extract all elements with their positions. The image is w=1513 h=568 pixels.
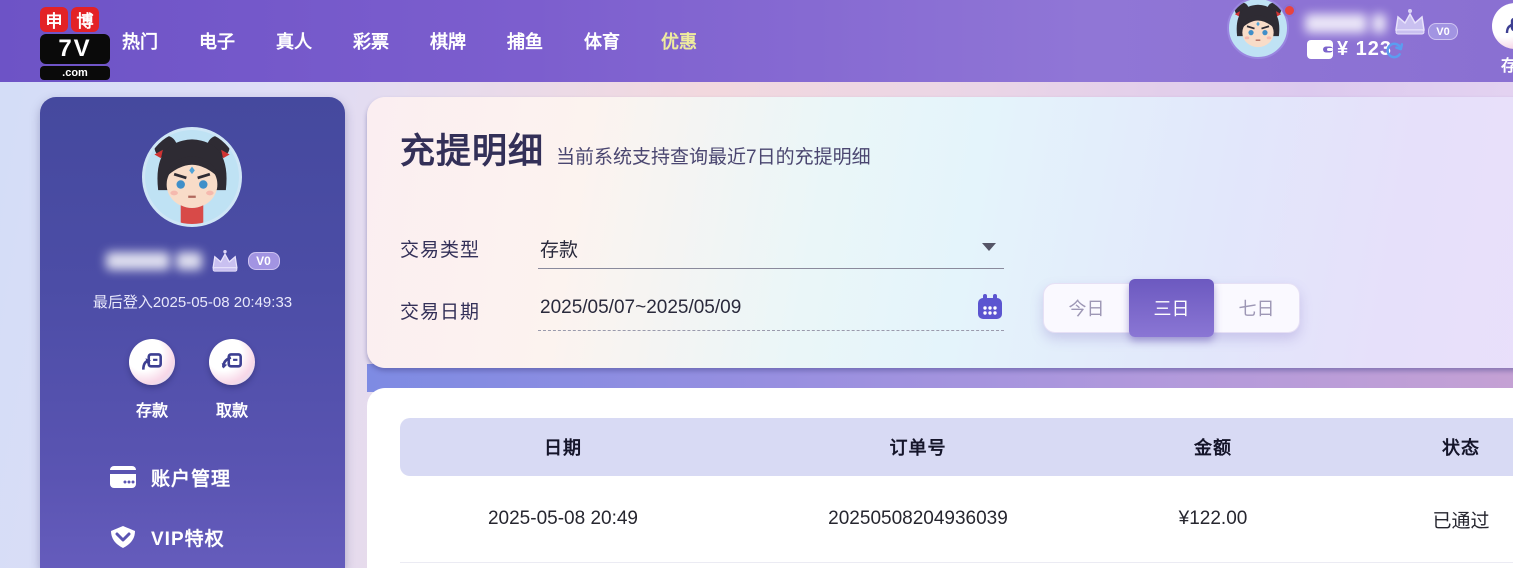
sidebar-item-label: VIP特权: [151, 524, 225, 551]
withdraw-icon: [209, 339, 255, 385]
balance-amount: ¥ 123: [1337, 38, 1392, 61]
page-subtitle: 当前系统支持查询最近7日的充提明细: [556, 142, 871, 169]
logo-tld: .com: [40, 66, 110, 80]
records-panel: 日期 订单号 金额 状态 2025-05-08 20:49 2025050820…: [367, 388, 1513, 568]
date-range-segmented-control: 今日 三日 七日: [1043, 283, 1300, 333]
transaction-type-label: 交易类型: [400, 235, 480, 262]
user-avatar[interactable]: [1227, 0, 1289, 59]
nav-item-cards[interactable]: 棋牌: [430, 28, 466, 54]
vip-shield-icon: [110, 525, 136, 549]
transaction-type-value: 存款: [540, 235, 578, 262]
avatar-illustration: [145, 130, 239, 224]
logo-name: 7V: [40, 34, 110, 64]
username-blurred-2: [1372, 14, 1386, 33]
column-header-order-no: 订单号: [726, 434, 1110, 460]
quick-deposit-label: 存: [1501, 52, 1513, 76]
nav-item-slots[interactable]: 电子: [199, 28, 235, 54]
calendar-icon[interactable]: [976, 293, 1004, 321]
nav-item-lottery[interactable]: 彩票: [353, 28, 389, 54]
transaction-date-input[interactable]: 2025/05/07~2025/05/09: [538, 287, 1004, 331]
avatar-illustration: [1229, 0, 1287, 57]
column-header-status: 状态: [1316, 434, 1513, 460]
transaction-type-select[interactable]: 存款: [538, 225, 1004, 269]
deposit-arrow-icon: [1503, 14, 1513, 38]
sidebar-username-row: V0: [40, 249, 345, 273]
logo-badge-2: 博: [71, 7, 99, 32]
withdraw-button[interactable]: 取款: [192, 339, 272, 421]
top-navbar: 申 博 7V .com 热门 电子 真人 彩票 棋牌 捕鱼 体育 优惠: [0, 0, 1513, 82]
last-login-text: 最后登入2025-05-08 20:49:33: [40, 291, 345, 312]
cell-order-no: 20250508204936039: [726, 508, 1110, 530]
deposit-label: 存款: [112, 397, 192, 421]
page-title: 充提明细: [400, 123, 544, 174]
nav-item-hot[interactable]: 热门: [122, 28, 158, 54]
column-header-date: 日期: [400, 434, 726, 460]
page: 申 博 7V .com 热门 电子 真人 彩票 棋牌 捕鱼 体育 优惠: [0, 0, 1513, 568]
chevron-down-icon: [982, 243, 996, 251]
username-blurred: [106, 252, 170, 270]
nav-item-fishing[interactable]: 捕鱼: [507, 28, 543, 54]
sidebar-item-vip-privileges[interactable]: VIP特权: [110, 522, 330, 552]
withdraw-label: 取款: [192, 397, 272, 421]
table-row: 2025-05-08 20:49 20250508204936039 ¥122.…: [400, 476, 1513, 563]
transaction-date-label: 交易日期: [400, 297, 480, 324]
logo-badge-1: 申: [40, 7, 68, 32]
account-card-icon: [110, 466, 136, 488]
sidebar-item-label: 账户管理: [151, 464, 231, 491]
sidebar-item-account-management[interactable]: 账户管理: [110, 462, 330, 492]
username-blurred-2: [176, 252, 202, 270]
table-header: 日期 订单号 金额 状态: [400, 418, 1513, 476]
notification-dot: [1283, 4, 1296, 17]
quick-deposit-button[interactable]: [1492, 3, 1513, 49]
vip-level-badge: V0: [1428, 23, 1458, 40]
crown-icon: [208, 249, 242, 273]
username-blurred: [1305, 14, 1367, 33]
cell-status: 已通过: [1316, 506, 1513, 533]
crown-icon: [1390, 8, 1430, 36]
refresh-balance-icon[interactable]: [1385, 41, 1404, 60]
main-nav-menu: 热门 电子 真人 彩票 棋牌 捕鱼 体育 优惠: [122, 0, 697, 82]
filter-panel: 充提明细 当前系统支持查询最近7日的充提明细 交易类型 存款 交易日期 2025…: [367, 97, 1513, 368]
vip-level-badge: V0: [248, 252, 280, 270]
wallet-icon: [1307, 40, 1333, 59]
cell-amount: ¥122.00: [1110, 508, 1316, 530]
cell-date: 2025-05-08 20:49: [400, 508, 726, 530]
range-seven-days-button[interactable]: 七日: [1214, 284, 1299, 332]
range-three-days-button[interactable]: 三日: [1129, 279, 1214, 337]
deposit-icon: [129, 339, 175, 385]
sidebar: V0 最后登入2025-05-08 20:49:33 存款: [40, 97, 345, 568]
deposit-button[interactable]: 存款: [112, 339, 192, 421]
nav-item-live[interactable]: 真人: [276, 28, 312, 54]
transaction-date-value: 2025/05/07~2025/05/09: [540, 297, 741, 319]
range-today-button[interactable]: 今日: [1044, 284, 1129, 332]
nav-item-promos[interactable]: 优惠: [661, 28, 697, 54]
column-header-amount: 金额: [1110, 434, 1316, 460]
site-logo[interactable]: 申 博 7V .com: [40, 7, 110, 80]
nav-item-sports[interactable]: 体育: [584, 28, 620, 54]
sidebar-avatar: [142, 127, 242, 227]
